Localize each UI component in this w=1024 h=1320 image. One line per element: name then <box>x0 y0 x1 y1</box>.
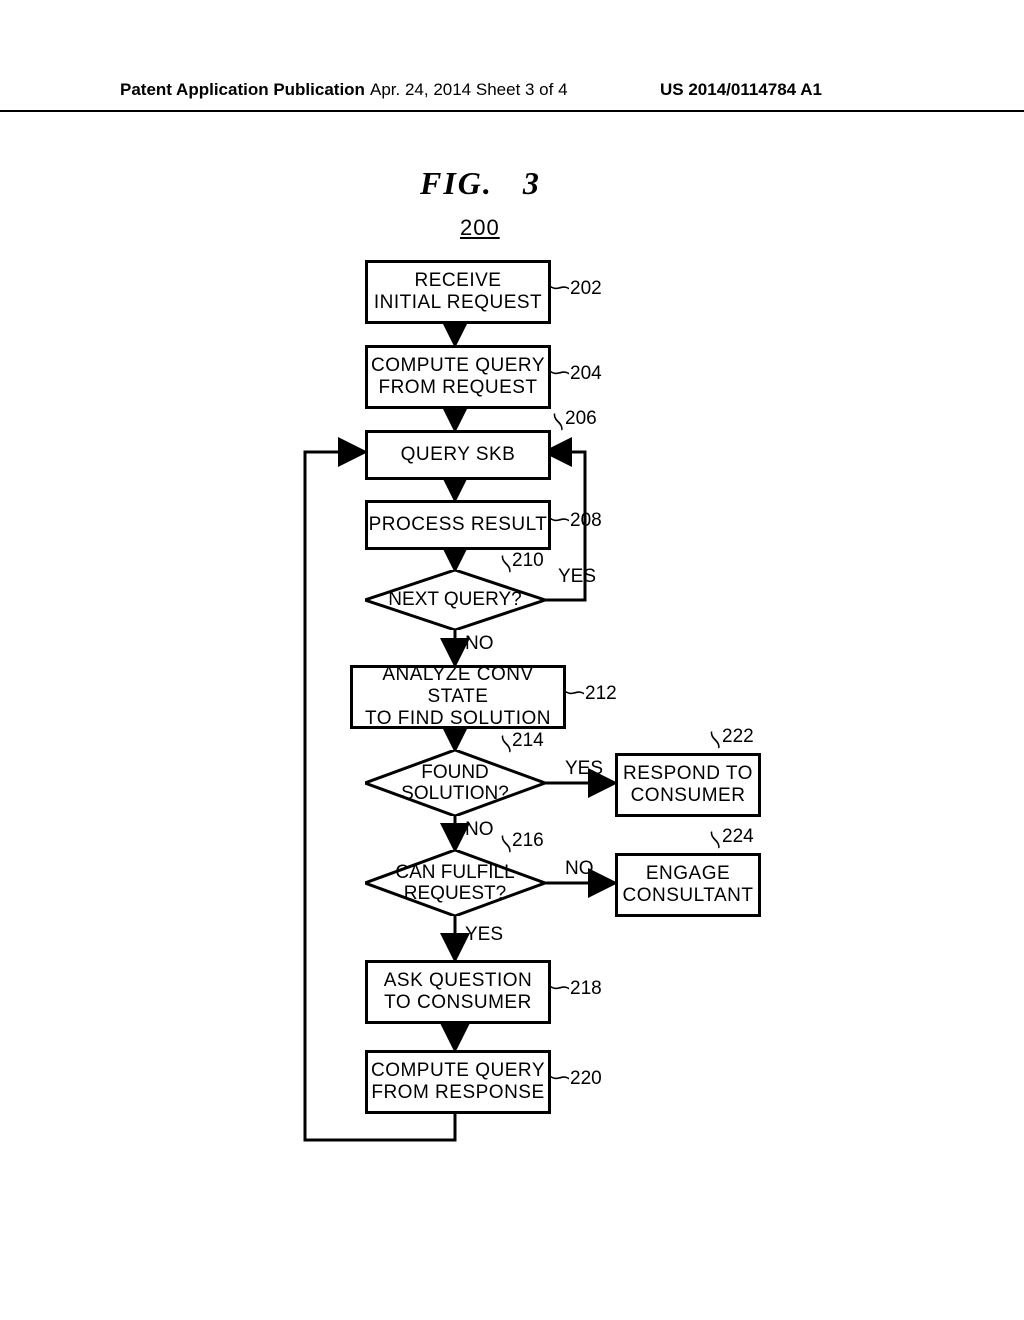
leader-tick-icon: ⁓ <box>550 363 570 383</box>
header-left: Patent Application Publication <box>120 80 365 100</box>
step-text: FROM RESPONSE <box>371 1082 544 1104</box>
step-process-result: PROCESS RESULT <box>365 500 551 550</box>
leader-tick-icon: ⁓ <box>550 278 570 298</box>
step-compute-query-from-response: COMPUTE QUERY FROM RESPONSE <box>365 1050 551 1114</box>
step-respond-to-consumer: RESPOND TO CONSUMER <box>615 753 761 817</box>
ref-204: 204 <box>570 363 602 385</box>
figure-ref: 200 <box>460 215 500 241</box>
step-text: CONSULTANT <box>623 885 754 907</box>
step-text: ENGAGE <box>646 863 730 885</box>
ref-216: 216 <box>512 830 544 852</box>
ref-212: 212 <box>585 683 617 705</box>
ref-202: 202 <box>570 278 602 300</box>
decision-text-line: SOLUTION? <box>365 784 545 805</box>
decision-text-line: FOUND <box>365 763 545 784</box>
ref-222: 222 <box>722 726 754 748</box>
step-text: INITIAL REQUEST <box>374 292 542 314</box>
step-analyze-conv-state: ANALYZE CONV STATE TO FIND SOLUTION <box>350 665 566 729</box>
figure-title-num: 3 <box>523 165 541 201</box>
leader-tick-icon: ⁓ <box>565 683 585 703</box>
step-ask-question-to-consumer: ASK QUESTION TO CONSUMER <box>365 960 551 1024</box>
edge-yes: YES <box>465 924 503 946</box>
header-right: US 2014/0114784 A1 <box>660 80 822 100</box>
decision-text-line: REQUEST? <box>365 884 545 905</box>
step-text: RECEIVE <box>415 270 502 292</box>
step-text: QUERY SKB <box>401 444 516 466</box>
decision-can-fulfill-request: CAN FULFILL REQUEST? <box>365 850 545 916</box>
edge-no: NO <box>465 633 494 655</box>
decision-text: NEXT QUERY? <box>365 590 545 611</box>
step-text: FROM REQUEST <box>378 377 537 399</box>
edge-no: NO <box>465 819 494 841</box>
ref-206: 206 <box>565 408 597 430</box>
leader-tick-icon: ⁓ <box>550 510 570 530</box>
figure-title-prefix: FIG. <box>420 165 493 201</box>
step-text: ASK QUESTION <box>384 970 533 992</box>
ref-220: 220 <box>570 1068 602 1090</box>
step-receive-initial-request: RECEIVE INITIAL REQUEST <box>365 260 551 324</box>
page-header: Patent Application Publication Apr. 24, … <box>0 80 1024 112</box>
decision-text: FOUND SOLUTION? <box>365 763 545 805</box>
decision-next-query: NEXT QUERY? <box>365 570 545 630</box>
flowchart: RECEIVE INITIAL REQUEST ⁓ 202 COMPUTE QU… <box>290 260 760 1240</box>
decision-text: CAN FULFILL REQUEST? <box>365 863 545 905</box>
step-text: COMPUTE QUERY <box>371 355 545 377</box>
step-text: PROCESS RESULT <box>369 514 548 536</box>
step-text: COMPUTE QUERY <box>371 1060 545 1082</box>
step-text: TO FIND SOLUTION <box>365 708 551 730</box>
ref-214: 214 <box>512 730 544 752</box>
ref-224: 224 <box>722 826 754 848</box>
step-text: RESPOND TO <box>623 763 753 785</box>
step-text: TO CONSUMER <box>384 992 532 1014</box>
leader-tick-icon: ⁓ <box>550 1068 570 1088</box>
header-center: Apr. 24, 2014 Sheet 3 of 4 <box>370 80 568 100</box>
step-engage-consultant: ENGAGE CONSULTANT <box>615 853 761 917</box>
page: Patent Application Publication Apr. 24, … <box>0 0 1024 1320</box>
edge-yes: YES <box>558 566 596 588</box>
edge-no: NO <box>565 858 594 880</box>
ref-208: 208 <box>570 510 602 532</box>
decision-found-solution: FOUND SOLUTION? <box>365 750 545 816</box>
step-text: CONSUMER <box>631 785 746 807</box>
ref-210: 210 <box>512 550 544 572</box>
figure-title: FIG. 3 <box>420 165 541 202</box>
step-text: ANALYZE CONV STATE <box>353 664 563 708</box>
step-compute-query-from-request: COMPUTE QUERY FROM REQUEST <box>365 345 551 409</box>
edge-yes: YES <box>565 758 603 780</box>
step-query-skb: QUERY SKB <box>365 430 551 480</box>
ref-218: 218 <box>570 978 602 1000</box>
decision-text-line: CAN FULFILL <box>365 863 545 884</box>
leader-tick-icon: ⁓ <box>550 978 570 998</box>
